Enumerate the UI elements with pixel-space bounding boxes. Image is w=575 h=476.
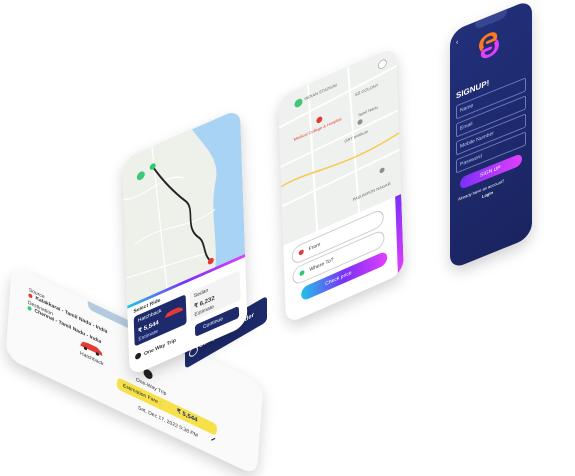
check-price-label: Check price — [325, 269, 352, 288]
signup-button-label: SIGN UP — [480, 164, 501, 179]
trip-icon — [134, 351, 142, 361]
edit-icon[interactable] — [211, 437, 219, 446]
app-logo-icon — [479, 32, 499, 59]
from-dot-icon — [298, 248, 304, 256]
phone-signup: ‹ SIGNUP! Name Email Mobile Number Passw… — [450, 0, 532, 271]
from-label: From — [308, 241, 321, 253]
trip-label[interactable]: One Way Trip — [144, 338, 176, 358]
estimation-value: ₹ 5,544 — [176, 408, 198, 424]
to-dot-icon — [299, 269, 305, 277]
back-icon[interactable]: ‹ — [456, 39, 458, 47]
name-placeholder: Name — [460, 102, 474, 114]
continue-label: Continue — [202, 315, 224, 331]
phone-booking-map: INDIAN STADIUM SS COLONY Medical College… — [278, 46, 404, 325]
estimation-box: Estimation Fare : ₹ 5,544 — [116, 377, 218, 437]
to-label: Where To? — [309, 256, 334, 274]
password-placeholder: Password — [460, 153, 482, 168]
car-icon — [165, 307, 184, 319]
mockup-stage: Source Kalakkarai - Tamil Nadu - India D… — [0, 0, 575, 476]
email-placeholder: Email — [460, 120, 473, 132]
